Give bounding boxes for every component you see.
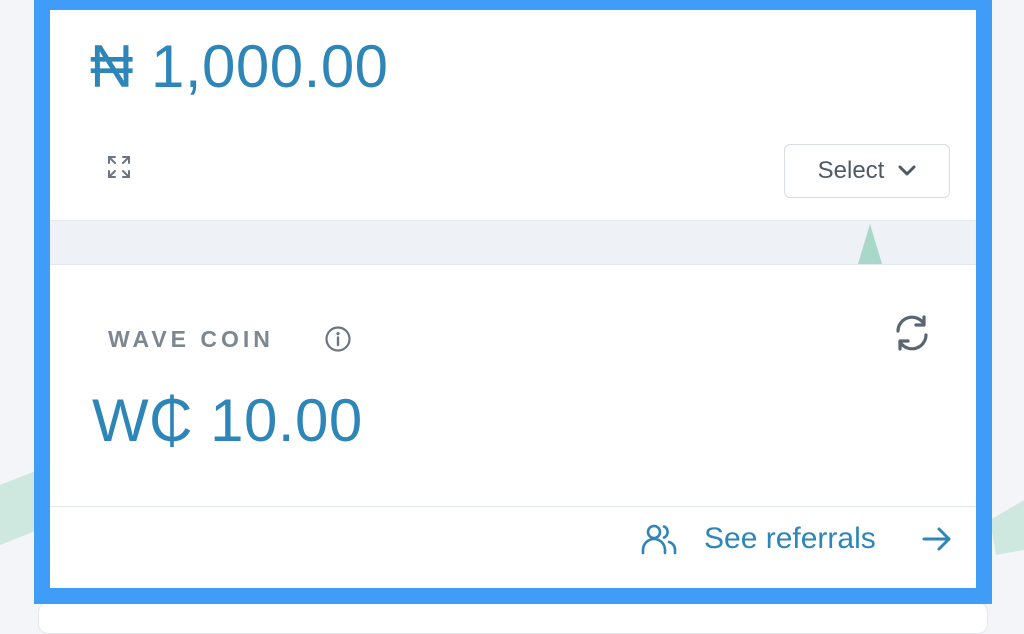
chevron-down-icon <box>898 165 916 176</box>
naira-balance: ₦ 1,000.00 <box>90 33 389 100</box>
see-referrals-link[interactable]: See referrals <box>640 520 876 558</box>
info-icon[interactable] <box>324 325 352 353</box>
select-label: Select <box>817 157 885 184</box>
see-referrals-label: See referrals <box>704 522 876 555</box>
next-card-peek <box>38 602 988 634</box>
expand-icon[interactable] <box>106 154 132 180</box>
decor-peak <box>858 224 882 264</box>
wave-coin-label: WAVE COIN <box>108 326 274 352</box>
highlighted-wallet-region: ₦ 1,000.00 Select WAVE COIN W₵ 10.00 See… <box>34 0 992 604</box>
currency-select-dropdown[interactable]: Select <box>784 144 950 198</box>
wave-coin-balance: W₵ 10.00 <box>92 387 363 454</box>
refresh-icon[interactable] <box>892 313 932 353</box>
users-icon <box>641 524 677 555</box>
arrow-right-icon[interactable] <box>920 522 954 556</box>
